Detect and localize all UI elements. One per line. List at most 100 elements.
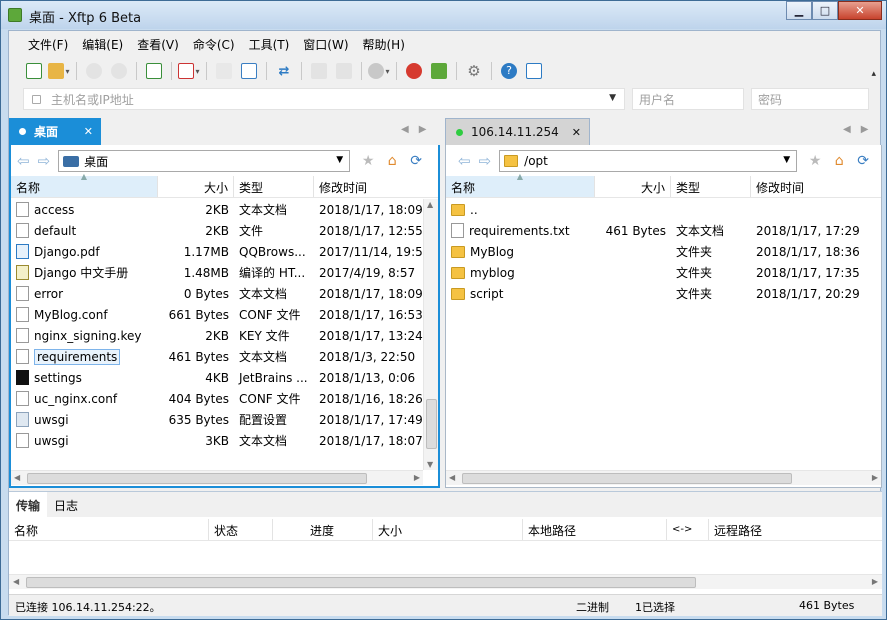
col-progress[interactable]: 进度 (273, 519, 373, 540)
favorite-star-icon[interactable]: ★ (805, 153, 825, 169)
file-row[interactable]: uwsgi 3KB 文本文档 2018/1/17, 18:07 (11, 430, 423, 451)
copy-icon[interactable] (308, 60, 330, 82)
file-row[interactable]: requirements.txt 461 Bytes 文本文档 2018/1/17, … (446, 220, 881, 241)
scroll-thumb[interactable] (426, 399, 437, 449)
col-type[interactable]: 类型 (671, 176, 751, 197)
file-row[interactable]: error 0 Bytes 文本文档 2018/1/17, 18:09 (11, 283, 423, 304)
col-name[interactable]: 名称 (9, 519, 209, 540)
menu-edit[interactable]: 编辑(E) (75, 33, 130, 55)
tab-close-icon[interactable]: ✕ (84, 125, 93, 138)
page-icon[interactable] (213, 60, 235, 82)
file-row[interactable]: Django.pdf 1.17MB QQBrows... 2017/11/14, 19… (11, 241, 423, 262)
password-input[interactable]: 密码 (751, 88, 869, 110)
file-type: 文件夹 (676, 266, 713, 280)
file-row[interactable]: settings 4KB JetBrains ... 2018/1/13, 0:06 (11, 367, 423, 388)
tab-remote-host[interactable]: 106.14.11.254 ✕ (445, 118, 590, 145)
xftp-icon[interactable] (428, 60, 450, 82)
menu-file[interactable]: 文件(F) (21, 33, 75, 55)
col-local-path[interactable]: 本地路径 (523, 519, 667, 540)
terminal-icon[interactable] (178, 60, 200, 82)
col-name[interactable]: ▲ 名称 (11, 172, 158, 197)
file-row[interactable]: requirements 461 Bytes 文本文档 2018/1/3, 22:50 (11, 346, 423, 367)
tab-desktop[interactable]: 桌面 ✕ (9, 118, 101, 145)
transfer-horizontal-scrollbar[interactable]: ◀ ▶ (9, 574, 882, 589)
col-modified[interactable]: 修改时间 (751, 176, 881, 197)
local-horizontal-scrollbar[interactable]: ◀ ▶ (11, 470, 423, 485)
back-arrow-icon[interactable]: ⇦ (458, 152, 471, 170)
settings-gear-icon[interactable]: ⚙ (463, 60, 485, 82)
paste-icon[interactable] (333, 60, 355, 82)
refresh-icon[interactable]: ⟳ (406, 153, 426, 169)
col-size[interactable]: 大小 (373, 519, 523, 540)
toolbar-overflow-icon[interactable]: ▴ (871, 69, 876, 79)
col-direction[interactable]: <-> (667, 519, 709, 540)
back-arrow-icon[interactable]: ⇦ (17, 152, 30, 170)
scroll-thumb[interactable] (27, 473, 367, 484)
chevron-down-icon[interactable]: ▼ (336, 155, 343, 165)
chevron-down-icon[interactable]: ▼ (609, 93, 616, 103)
file-row[interactable]: myblog 文件夹 2018/1/17, 17:35 (446, 262, 881, 283)
connect-icon[interactable] (83, 60, 105, 82)
home-folder-icon[interactable]: ⌂ (829, 153, 849, 169)
menu-window[interactable]: 窗口(W) (296, 33, 355, 55)
transfer-icon[interactable]: ⇄ (273, 60, 295, 82)
menu-view[interactable]: 查看(V) (130, 33, 186, 55)
maximize-button[interactable]: □ (812, 1, 838, 20)
xshell-icon[interactable] (403, 60, 425, 82)
close-button[interactable]: ✕ (838, 1, 882, 20)
col-status[interactable]: 状态 (209, 519, 273, 540)
file-date: 2018/1/17, 20:29 (756, 286, 860, 301)
remote-horizontal-scrollbar[interactable]: ◀ ▶ (446, 470, 881, 485)
refresh-icon[interactable]: ⟳ (853, 153, 873, 169)
menu-help[interactable]: 帮助(H) (356, 33, 412, 55)
col-remote-path[interactable]: 远程路径 (709, 519, 869, 540)
file-row[interactable]: MyBlog 文件夹 2018/1/17, 18:36 (446, 241, 881, 262)
local-path-combo[interactable]: 桌面 ▼ (58, 150, 351, 172)
file-row[interactable]: .. (446, 199, 881, 220)
col-modified[interactable]: 修改时间 (314, 176, 438, 197)
file-row[interactable]: default 2KB 文件 2018/1/17, 12:55 (11, 220, 423, 241)
menu-tools[interactable]: 工具(T) (242, 33, 297, 55)
right-tab-scroll-arrows[interactable]: ◀▶ (843, 124, 878, 135)
home-folder-icon[interactable]: ⌂ (382, 153, 402, 169)
tab-close-icon[interactable]: ✕ (572, 126, 581, 139)
forward-arrow-icon[interactable]: ⇨ (38, 152, 51, 170)
new-session-icon[interactable] (23, 60, 45, 82)
remote-path-combo[interactable]: /opt ▼ (499, 150, 798, 172)
status-circle-icon[interactable] (368, 60, 390, 82)
file-row[interactable]: script 文件夹 2018/1/17, 20:29 (446, 283, 881, 304)
username-input[interactable]: 用户名 (632, 88, 744, 110)
favorite-star-icon[interactable]: ★ (358, 153, 378, 169)
add-page-icon[interactable] (238, 60, 260, 82)
forward-arrow-icon[interactable]: ⇨ (479, 152, 492, 170)
file-name: uwsgi (11, 433, 158, 448)
tab-transfer[interactable]: 传输 (9, 492, 48, 517)
file-row[interactable]: access 2KB 文本文档 2018/1/17, 18:09 (11, 199, 423, 220)
col-size[interactable]: 大小 (158, 176, 234, 197)
open-folder-icon[interactable] (48, 60, 70, 82)
file-row[interactable]: nginx_signing.key 2KB KEY 文件 2018/1/17, 13:… (11, 325, 423, 346)
chat-icon[interactable] (523, 60, 545, 82)
folder-icon (451, 287, 465, 300)
title-bar[interactable]: 桌面 - Xftp 6 Beta ▁ □ ✕ (1, 1, 886, 29)
col-type[interactable]: 类型 (234, 176, 314, 197)
minimize-button[interactable]: ▁ (786, 1, 812, 20)
col-size[interactable]: 大小 (595, 176, 671, 197)
file-row[interactable]: uwsgi 635 Bytes 配置设置 2018/1/17, 17:49 (11, 409, 423, 430)
file-row[interactable]: Django 中文手册 1.48MB 编译的 HT... 2017/4/19, 8:5… (11, 262, 423, 283)
col-name[interactable]: ▲ 名称 (446, 172, 595, 197)
menu-command[interactable]: 命令(C) (186, 33, 242, 55)
local-vertical-scrollbar[interactable]: ▲ ▼ (423, 199, 438, 470)
new-window-icon[interactable] (143, 60, 165, 82)
host-input[interactable]: 主机名或IP地址 ▼ (23, 88, 625, 110)
disconnect-icon[interactable] (108, 60, 130, 82)
left-tab-scroll-arrows[interactable]: ◀▶ (401, 124, 436, 135)
file-name: Django.pdf (11, 244, 158, 259)
scroll-thumb[interactable] (462, 473, 792, 484)
file-row[interactable]: uc_nginx.conf 404 Bytes CONF 文件 2018/1/16, … (11, 388, 423, 409)
file-row[interactable]: MyBlog.conf 661 Bytes CONF 文件 2018/1/17, 16… (11, 304, 423, 325)
chevron-down-icon[interactable]: ▼ (783, 155, 790, 165)
help-icon[interactable]: ? (498, 60, 520, 82)
tab-log[interactable]: 日志 (47, 492, 85, 517)
scroll-thumb[interactable] (26, 577, 696, 588)
